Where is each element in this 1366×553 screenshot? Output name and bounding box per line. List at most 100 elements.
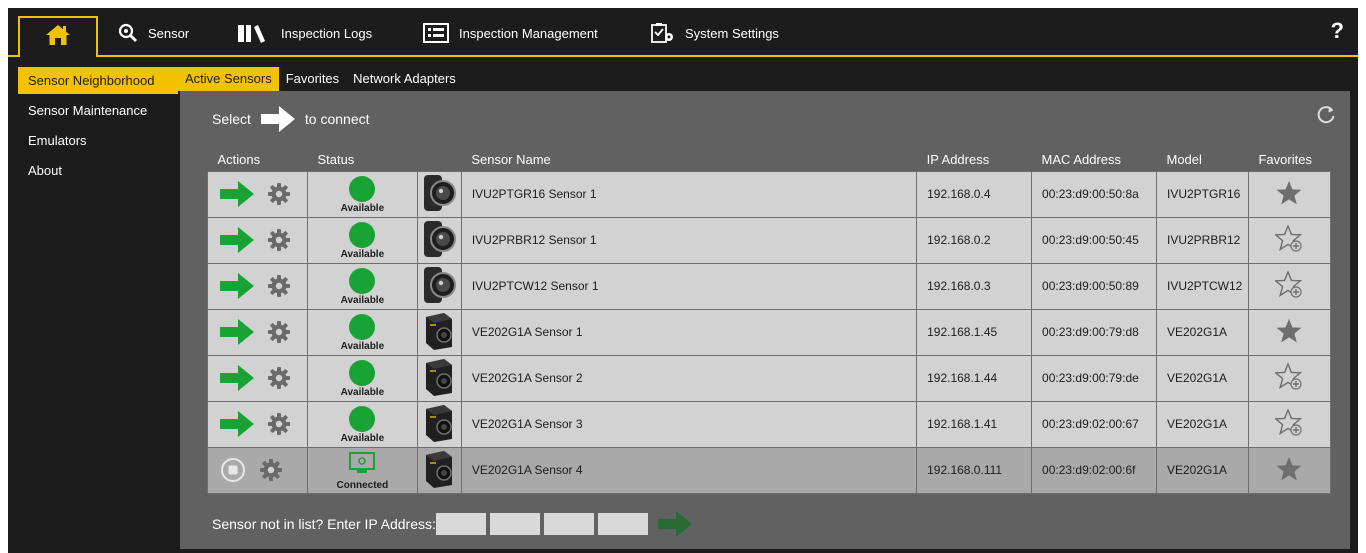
table-row[interactable]: Connected VE202G1A Sensor 4 192.168.0.111 0… <box>207 446 1332 494</box>
table-row[interactable]: Available VE202G1A Sensor 1 192.168.1.45 00… <box>207 308 1332 356</box>
ip-address-cell: 192.168.0.2 <box>916 216 1033 264</box>
connect-button[interactable] <box>220 181 254 207</box>
connect-button[interactable] <box>220 273 254 299</box>
favorite-toggle[interactable] <box>1247 446 1332 494</box>
mac-address-cell: 00:23:d9:02:00:6f <box>1031 446 1157 494</box>
actions-cell <box>207 262 308 310</box>
actions-cell <box>207 354 308 402</box>
status-cell: Available <box>306 216 418 264</box>
status-indicator-dot <box>349 268 376 294</box>
sidebar-item-sensor-neighborhood[interactable]: Sensor Neighborhood <box>18 67 178 94</box>
favorite-toggle[interactable] <box>1247 262 1332 310</box>
status-label: Connected <box>336 479 389 491</box>
ip-address-cell: 192.168.1.41 <box>916 400 1033 448</box>
favorite-toggle[interactable] <box>1247 216 1332 264</box>
home-button[interactable] <box>18 16 98 57</box>
camera-cell <box>416 170 462 218</box>
camera-cell <box>416 446 462 494</box>
camera-cell <box>416 308 462 356</box>
sidebar-item-about[interactable]: About <box>8 157 178 184</box>
status-cell: Connected <box>306 446 418 494</box>
nav-underline <box>8 55 1358 57</box>
ip-address-cell: 192.168.0.3 <box>916 262 1033 310</box>
box-camera-icon <box>422 449 456 489</box>
ip-octet-2-input[interactable] <box>489 513 540 535</box>
header-ip-address: IP Address <box>916 149 1032 171</box>
nav-sensor[interactable]: Sensor <box>118 21 189 45</box>
gear-icon <box>268 183 290 205</box>
mac-address-cell: 00:23:d9:00:50:8a <box>1031 170 1157 218</box>
table-row[interactable]: Available IVU2PTCW12 Sensor 1 192.168.0.3 0… <box>207 262 1332 310</box>
star-add-icon <box>1275 224 1303 253</box>
round-camera-icon <box>422 265 456 305</box>
home-icon <box>45 24 71 51</box>
status-indicator-dot <box>349 406 376 432</box>
model-cell: IVU2PTCW12 <box>1155 262 1249 310</box>
nav-inspection-logs[interactable]: Inspection Logs <box>237 21 372 45</box>
settings-button[interactable] <box>268 413 290 435</box>
sensor-table: Actions Status Sensor Name IP Address MA… <box>207 149 1332 494</box>
arrow-right-icon <box>220 273 254 299</box>
status-label: Available <box>340 295 385 306</box>
connect-button[interactable] <box>220 227 254 253</box>
gear-icon <box>268 413 290 435</box>
status-label: Available <box>340 433 385 444</box>
connect-ip-button[interactable] <box>657 511 692 537</box>
favorite-toggle[interactable] <box>1247 308 1332 356</box>
camera-cell <box>416 262 462 310</box>
sensor-table-body: Available IVU2PTGR16 Sensor 1 192.168.0.4 0… <box>207 170 1332 494</box>
ip-octet-3-input[interactable] <box>543 513 594 535</box>
arrow-right-icon <box>220 227 254 253</box>
settings-button[interactable] <box>268 321 290 343</box>
sidebar-item-sensor-maintenance[interactable]: Sensor Maintenance <box>8 97 178 124</box>
sidebar-item-emulators[interactable]: Emulators <box>8 127 178 154</box>
sensor-name-cell: IVU2PTCW12 Sensor 1 <box>460 262 918 310</box>
nav-inspection-management[interactable]: Inspection Management <box>423 21 598 45</box>
connect-button[interactable] <box>220 411 254 437</box>
favorite-toggle[interactable] <box>1247 170 1332 218</box>
table-row[interactable]: Available VE202G1A Sensor 3 192.168.1.41 00… <box>207 400 1332 448</box>
settings-button[interactable] <box>268 183 290 205</box>
settings-button[interactable] <box>268 367 290 389</box>
model-cell: IVU2PTGR16 <box>1155 170 1249 218</box>
refresh-button[interactable] <box>1316 105 1336 130</box>
tab-active-sensors[interactable]: Active Sensors <box>178 67 279 91</box>
table-row[interactable]: Available IVU2PTGR16 Sensor 1 192.168.0.4 0… <box>207 170 1332 218</box>
favorite-toggle[interactable] <box>1247 400 1332 448</box>
arrow-right-icon <box>657 511 692 537</box>
disconnect-button[interactable] <box>220 457 246 483</box>
sensor-name-cell: VE202G1A Sensor 3 <box>460 400 918 448</box>
connect-button[interactable] <box>220 319 254 345</box>
sensor-name-cell: VE202G1A Sensor 4 <box>460 446 918 494</box>
ip-octet-4-input[interactable] <box>597 513 648 535</box>
header-camera <box>417 149 462 171</box>
app-window: Sensor Inspection Logs Inspection Manage… <box>8 8 1358 553</box>
actions-cell <box>207 216 308 264</box>
settings-button[interactable] <box>268 275 290 297</box>
status-indicator-dot <box>349 360 376 386</box>
list-icon <box>423 23 449 43</box>
gear-icon <box>268 321 290 343</box>
connect-button[interactable] <box>220 365 254 391</box>
settings-button[interactable] <box>268 229 290 251</box>
mac-address-cell: 00:23:d9:00:50:45 <box>1031 216 1157 264</box>
tab-favorites[interactable]: Favorites <box>279 67 346 91</box>
tab-network-adapters[interactable]: Network Adapters <box>346 67 463 91</box>
favorite-toggle[interactable] <box>1247 354 1332 402</box>
sensor-panel: Select to connect Actions Status Sensor … <box>180 91 1350 549</box>
nav-inspection-logs-label: Inspection Logs <box>281 25 373 41</box>
table-row[interactable]: Available IVU2PRBR12 Sensor 1 192.168.0.2 0… <box>207 216 1332 264</box>
gear-icon <box>268 367 290 389</box>
ip-octet-1-input[interactable] <box>435 513 486 535</box>
camera-cell <box>416 400 462 448</box>
settings-button[interactable] <box>260 459 282 481</box>
status-indicator-dot <box>349 314 376 340</box>
box-camera-icon <box>422 311 456 351</box>
status-cell: Available <box>306 170 418 218</box>
table-row[interactable]: Available VE202G1A Sensor 2 192.168.1.44 00… <box>207 354 1332 402</box>
manual-ip-label: Sensor not in list? Enter IP Address: <box>212 516 436 532</box>
help-button[interactable]: ? <box>1331 18 1344 44</box>
nav-system-settings[interactable]: System Settings <box>651 21 779 45</box>
actions-cell <box>207 446 308 494</box>
status-indicator-dot <box>349 222 376 248</box>
